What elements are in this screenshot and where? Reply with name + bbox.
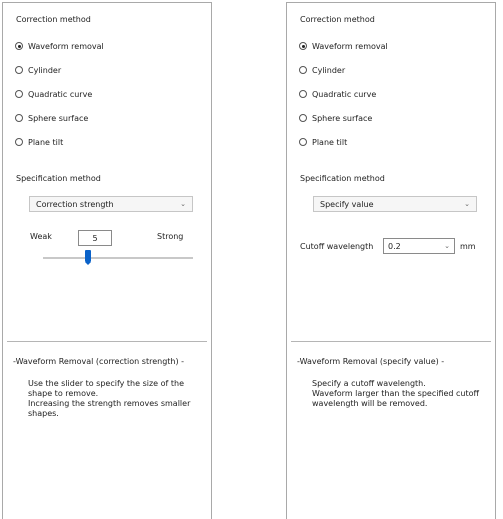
description-title: -Waveform Removal (specify value) - (297, 357, 445, 366)
radio-label: Cylinder (28, 65, 62, 75)
chevron-down-icon: ⌄ (464, 200, 470, 208)
section-divider (291, 341, 491, 342)
strength-slider-track[interactable] (43, 257, 193, 259)
radio-button-icon (299, 66, 307, 74)
cutoff-value: 0.2 (388, 241, 401, 251)
radio-label: Plane tilt (312, 137, 348, 147)
specification-method-dropdown[interactable]: Correction strength ⌄ (29, 196, 193, 212)
radio-button-icon (299, 42, 307, 50)
section-divider (7, 341, 207, 342)
radio-plane-tilt[interactable]: Plane tilt (299, 136, 347, 148)
correction-method-label: Correction method (300, 15, 375, 24)
radio-label: Quadratic curve (28, 89, 93, 99)
radio-label: Cylinder (312, 65, 346, 75)
description-title: -Waveform Removal (correction strength) … (13, 357, 185, 366)
description-line: shape to remove. (28, 389, 99, 398)
dropdown-value: Specify value (320, 199, 374, 209)
cutoff-unit-label: mm (460, 242, 476, 251)
chevron-down-icon: ⌄ (444, 242, 450, 250)
radio-label: Sphere surface (312, 113, 373, 123)
correction-method-label: Correction method (16, 15, 91, 24)
description-line: Use the slider to specify the size of th… (28, 379, 185, 388)
strength-value: 5 (92, 233, 98, 243)
description-text: Specify a cutoff wavelength. Waveform la… (312, 379, 479, 409)
radio-button-icon (15, 42, 23, 50)
radio-waveform-removal[interactable]: Waveform removal (299, 40, 388, 52)
description-text: Use the slider to specify the size of th… (28, 379, 190, 419)
chevron-down-icon: ⌄ (180, 200, 186, 208)
left-settings-panel: Correction method Waveform removal Cylin… (2, 2, 212, 519)
radio-quadratic-curve[interactable]: Quadratic curve (15, 88, 92, 100)
radio-button-icon (15, 114, 23, 122)
radio-waveform-removal[interactable]: Waveform removal (15, 40, 104, 52)
radio-label: Waveform removal (28, 41, 104, 51)
radio-button-icon (15, 66, 23, 74)
radio-button-icon (299, 138, 307, 146)
description-line: Waveform larger than the specified cutof… (312, 389, 480, 398)
radio-cylinder[interactable]: Cylinder (15, 64, 61, 76)
description-line: wavelength will be removed. (312, 399, 428, 408)
radio-label: Quadratic curve (312, 89, 377, 99)
slider-max-label: Strong (157, 232, 184, 241)
cutoff-wavelength-label: Cutoff wavelength (300, 242, 374, 251)
slider-min-label: Weak (30, 232, 52, 241)
radio-label: Plane tilt (28, 137, 64, 147)
strength-value-field[interactable]: 5 (78, 230, 112, 246)
right-settings-panel: Correction method Waveform removal Cylin… (286, 2, 496, 519)
radio-button-icon (299, 90, 307, 98)
radio-button-icon (299, 114, 307, 122)
radio-plane-tilt[interactable]: Plane tilt (15, 136, 63, 148)
radio-sphere-surface[interactable]: Sphere surface (299, 112, 372, 124)
radio-label: Sphere surface (28, 113, 89, 123)
description-line: Increasing the strength removes smaller (28, 399, 191, 408)
specification-method-dropdown[interactable]: Specify value ⌄ (313, 196, 477, 212)
radio-button-icon (15, 138, 23, 146)
specification-method-label: Specification method (16, 174, 101, 183)
radio-label: Waveform removal (312, 41, 388, 51)
description-line: Specify a cutoff wavelength. (312, 379, 426, 388)
radio-quadratic-curve[interactable]: Quadratic curve (299, 88, 376, 100)
cutoff-wavelength-combobox[interactable]: 0.2 ⌄ (383, 238, 455, 254)
radio-cylinder[interactable]: Cylinder (299, 64, 345, 76)
specification-method-label: Specification method (300, 174, 385, 183)
radio-sphere-surface[interactable]: Sphere surface (15, 112, 88, 124)
dropdown-value: Correction strength (36, 199, 114, 209)
description-line: shapes. (28, 409, 59, 418)
radio-button-icon (15, 90, 23, 98)
strength-slider-thumb[interactable] (85, 250, 91, 265)
